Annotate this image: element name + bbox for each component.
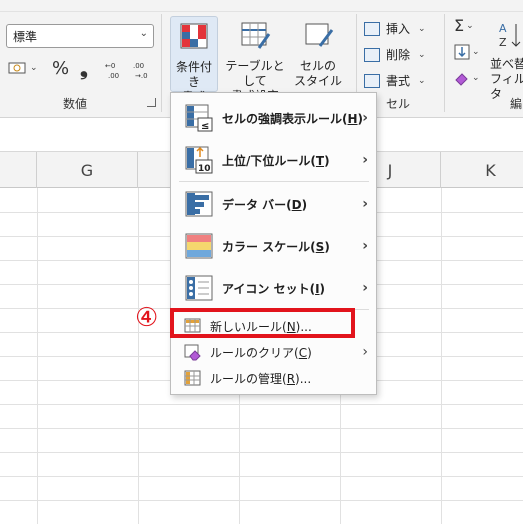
svg-text:A: A — [499, 22, 507, 35]
autosum-button[interactable]: Σ ⌄ — [454, 16, 474, 35]
conditional-formatting-button[interactable]: 条件付き 書式 — [170, 16, 218, 104]
menu-item-label: 上位/下位ルール(T) — [222, 153, 330, 168]
chevron-down-icon: ⌄ — [139, 28, 148, 39]
delete-cells-label: 削除 — [386, 48, 411, 62]
menu-item-label: セルの強調表示ルール(H) — [222, 111, 364, 126]
chevron-down-icon: ⌄ — [30, 63, 38, 73]
format-as-table-icon — [241, 22, 271, 49]
percent-style-button[interactable]: % — [52, 58, 69, 79]
group-separator — [444, 14, 445, 112]
accounting-format-button[interactable]: ⌄ — [8, 60, 38, 76]
decrease-decimal-icon: .00→.0 — [133, 62, 148, 80]
menu-item-label: ルールの管理(R)... — [210, 371, 312, 386]
menu-item-label: データ バー(D) — [222, 197, 308, 212]
cell-styles-label: セルの スタイル — [293, 59, 342, 88]
comma-icon: ❟ — [80, 56, 88, 80]
format-cells-icon — [364, 73, 380, 88]
menu-item-icon-sets[interactable]: アイコン セット(I) › — [171, 267, 376, 309]
gridline-horizontal — [0, 500, 523, 501]
number-format-select[interactable]: 標準 ⌄ — [6, 24, 154, 48]
menu-item-label: カラー スケール(S) — [222, 239, 330, 254]
gridline-horizontal — [0, 404, 523, 405]
chevron-right-icon: › — [362, 152, 368, 168]
chevron-down-icon: ⌄ — [466, 20, 474, 31]
chevron-down-icon: ⌄ — [472, 47, 480, 57]
clear-button[interactable]: ⌄ — [454, 70, 480, 86]
column-header-partial[interactable] — [0, 152, 37, 188]
svg-text:Z: Z — [499, 36, 507, 49]
chevron-right-icon: › — [362, 280, 368, 296]
color-scales-icon — [185, 233, 213, 259]
svg-text:≤: ≤ — [201, 121, 209, 132]
comma-style-button[interactable]: ❟ — [80, 56, 88, 80]
conditional-formatting-icon — [180, 23, 208, 49]
decrease-decimal-button[interactable]: .00 →.0 — [132, 60, 154, 80]
menu-item-manage-rules[interactable]: ルールの管理(R)... — [171, 365, 376, 391]
svg-text:10: 10 — [198, 164, 211, 174]
gridline-horizontal — [0, 452, 523, 453]
chevron-right-icon: › — [362, 110, 368, 126]
group-label-number: 数値 — [63, 97, 88, 111]
cell-styles-icon — [305, 23, 334, 47]
ribbon-top-strip — [0, 0, 523, 12]
delete-cells-icon — [364, 47, 380, 62]
chevron-down-icon: ⌄ — [472, 73, 480, 83]
menu-item-data-bars[interactable]: データ バー(D) › — [171, 183, 376, 225]
fill-button[interactable]: ⌄ — [454, 44, 480, 60]
highlight-box — [170, 308, 355, 338]
sort-filter-icon: A Z — [499, 22, 521, 49]
number-format-value: 標準 — [13, 30, 38, 44]
format-cells-label: 書式 — [386, 74, 411, 88]
chevron-right-icon: › — [362, 196, 368, 212]
fill-down-icon — [454, 44, 470, 60]
svg-text:.00: .00 — [133, 62, 144, 70]
svg-text:→.0: →.0 — [135, 72, 148, 80]
delete-cells-button[interactable]: 削除 ⌄ — [364, 46, 426, 63]
svg-text:←0: ←0 — [105, 62, 115, 70]
currency-icon — [8, 62, 26, 74]
group-separator — [161, 14, 162, 112]
menu-item-highlight-cells-rules[interactable]: ≤ セルの強調表示ルール(H) › — [171, 97, 376, 139]
cell-styles-button[interactable]: セルの スタイル — [293, 16, 343, 92]
chevron-down-icon: ⌄ — [418, 49, 426, 60]
icon-sets-icon — [185, 275, 213, 301]
dialog-launcher-icon[interactable] — [147, 98, 156, 107]
menu-item-label: ルールのクリア(C) — [210, 345, 312, 360]
menu-item-clear-rules[interactable]: ルールのクリア(C) › — [171, 339, 376, 365]
increase-decimal-button[interactable]: ←0.00 — [104, 60, 126, 80]
chevron-right-icon: › — [362, 344, 368, 360]
percent-icon: % — [52, 58, 70, 79]
insert-cells-button[interactable]: 挿入 ⌄ — [364, 20, 426, 37]
increase-decimal-icon: ←0.00 — [105, 62, 119, 80]
chevron-down-icon: ⌄ — [418, 75, 426, 86]
eraser-icon — [455, 73, 468, 86]
column-header-k[interactable]: K — [441, 152, 523, 188]
menu-item-top-bottom-rules[interactable]: 10 上位/下位ルール(T) › — [171, 139, 376, 181]
insert-cells-label: 挿入 — [386, 22, 411, 36]
step-number: ④ — [135, 303, 159, 333]
menu-item-label: アイコン セット(I) — [222, 281, 326, 296]
menu-item-color-scales[interactable]: カラー スケール(S) › — [171, 225, 376, 267]
svg-text:.00: .00 — [108, 72, 119, 80]
sum-icon: Σ — [454, 16, 465, 35]
format-cells-button[interactable]: 書式 ⌄ — [364, 72, 426, 89]
sort-filter-button[interactable]: A Z 並べ替 フィルタ — [490, 16, 523, 101]
top-bottom-icon: 10 — [185, 146, 213, 174]
highlight-rules-icon: ≤ — [185, 104, 213, 132]
manage-rules-icon — [184, 370, 201, 386]
chevron-down-icon: ⌄ — [418, 23, 426, 34]
format-as-table-button[interactable]: テーブルとして 書式設定 — [222, 16, 288, 103]
insert-cells-icon — [364, 21, 380, 36]
conditional-formatting-menu: ≤ セルの強調表示ルール(H) › 10 上位/下位ルール(T) › データ バ… — [170, 92, 377, 395]
group-label-cells: セル — [386, 97, 411, 111]
menu-separator — [179, 181, 369, 182]
gridline-horizontal — [0, 428, 523, 429]
data-bars-icon — [185, 191, 213, 217]
gridline-horizontal — [0, 476, 523, 477]
group-label-edit: 編 — [510, 97, 523, 111]
clear-rules-icon — [184, 344, 201, 361]
chevron-right-icon: › — [362, 238, 368, 254]
column-header-g[interactable]: G — [37, 152, 138, 188]
